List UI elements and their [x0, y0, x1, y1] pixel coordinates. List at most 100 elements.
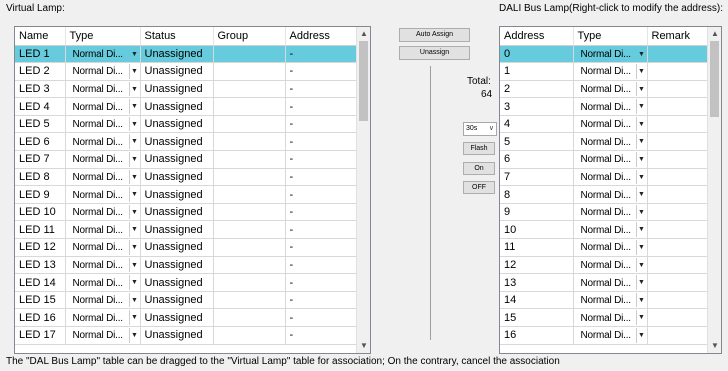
dali-bus-lamp-table[interactable]: Address Type Remark 0 Normal Di... ▼ 1 Norma…: [499, 26, 722, 354]
dali-bus-lamp-row[interactable]: 9 Normal Di... ▼: [500, 203, 710, 222]
triangle-down-icon[interactable]: ▼: [635, 292, 646, 308]
triangle-down-icon[interactable]: ▼: [635, 310, 646, 325]
triangle-down-icon[interactable]: ▼: [128, 81, 139, 97]
type-dropdown[interactable]: Normal Di... ▼: [65, 273, 141, 292]
triangle-down-icon[interactable]: ▼: [635, 81, 646, 97]
column-header-type[interactable]: Type: [65, 27, 141, 46]
type-dropdown[interactable]: Normal Di... ▼: [65, 203, 141, 222]
triangle-down-icon[interactable]: ▼: [128, 134, 139, 150]
dali-bus-lamp-row[interactable]: 2 Normal Di... ▼: [500, 80, 710, 99]
triangle-down-icon[interactable]: ▼: [128, 240, 139, 255]
triangle-down-icon[interactable]: ▼: [635, 240, 646, 255]
triangle-down-icon[interactable]: ▼: [635, 187, 646, 202]
type-dropdown[interactable]: Normal Di... ▼: [573, 256, 648, 275]
type-dropdown[interactable]: Normal Di... ▼: [573, 150, 648, 169]
dali-bus-lamp-row[interactable]: 13 Normal Di... ▼: [500, 273, 710, 292]
type-dropdown[interactable]: Normal Di... ▼: [573, 80, 648, 99]
off-button[interactable]: OFF: [463, 181, 495, 194]
virtual-lamp-row[interactable]: LED 6 Normal Di... ▼ Unassigned -: [15, 132, 359, 152]
triangle-down-icon[interactable]: ▼: [128, 169, 139, 185]
type-dropdown[interactable]: Normal Di... ▼: [65, 291, 141, 310]
type-dropdown[interactable]: Normal Di... ▼: [573, 185, 648, 204]
scroll-down-icon[interactable]: ▼: [357, 339, 370, 353]
type-dropdown[interactable]: Normal Di... ▼: [573, 62, 648, 81]
type-dropdown[interactable]: Normal Di... ▼: [573, 168, 648, 187]
triangle-down-icon[interactable]: ▼: [635, 152, 646, 167]
virtual-lamp-row[interactable]: LED 2 Normal Di... ▼ Unassigned -: [15, 62, 359, 81]
unassign-button[interactable]: Unassign: [399, 46, 470, 60]
virtual-lamp-row[interactable]: LED 9 Normal Di... ▼ Unassigned -: [15, 185, 359, 204]
triangle-down-icon[interactable]: ▼: [128, 64, 139, 79]
triangle-down-icon[interactable]: ▼: [128, 204, 139, 220]
type-dropdown[interactable]: Normal Di... ▼: [65, 150, 141, 169]
type-dropdown[interactable]: Normal Di... ▼: [573, 238, 648, 257]
type-dropdown[interactable]: Normal Di... ▼: [573, 115, 648, 134]
flash-button[interactable]: Flash: [463, 142, 495, 155]
type-dropdown[interactable]: Normal Di... ▼: [65, 115, 141, 134]
triangle-down-icon[interactable]: ▼: [635, 257, 646, 273]
virtual-lamp-row[interactable]: LED 4 Normal Di... ▼ Unassigned -: [15, 97, 359, 116]
triangle-down-icon[interactable]: ▼: [128, 310, 139, 325]
triangle-down-icon[interactable]: ▼: [635, 64, 646, 79]
virtual-lamp-row[interactable]: LED 16 Normal Di... ▼ Unassigned -: [15, 308, 359, 327]
dali-bus-lamp-row[interactable]: 16 Normal Di... ▼: [500, 326, 710, 345]
triangle-down-icon[interactable]: ▼: [635, 275, 646, 290]
triangle-down-icon[interactable]: ▼: [128, 187, 139, 202]
triangle-down-icon[interactable]: ▼: [635, 328, 646, 343]
scroll-up-icon[interactable]: ▲: [357, 27, 370, 41]
type-dropdown[interactable]: Normal Di... ▼: [573, 291, 648, 310]
type-dropdown[interactable]: Normal Di... ▼: [65, 97, 141, 116]
virtual-lamp-scrollbar[interactable]: ▲ ▼: [356, 27, 370, 353]
triangle-down-icon[interactable]: ▼: [635, 134, 646, 150]
type-dropdown[interactable]: Normal Di... ▼: [573, 97, 648, 116]
triangle-down-icon[interactable]: ▼: [128, 116, 139, 132]
type-dropdown[interactable]: Normal Di... ▼: [65, 62, 141, 81]
virtual-lamp-row[interactable]: LED 11 Normal Di... ▼ Unassigned -: [15, 220, 359, 240]
triangle-down-icon[interactable]: ▼: [128, 275, 139, 290]
virtual-lamp-row[interactable]: LED 3 Normal Di... ▼ Unassigned -: [15, 80, 359, 99]
virtual-lamp-row[interactable]: LED 10 Normal Di... ▼ Unassigned -: [15, 203, 359, 222]
virtual-lamp-row[interactable]: LED 13 Normal Di... ▼ Unassigned -: [15, 256, 359, 275]
triangle-down-icon[interactable]: ▼: [635, 222, 646, 238]
column-header-status[interactable]: Status: [140, 27, 214, 46]
dali-bus-lamp-row[interactable]: 0 Normal Di... ▼: [500, 45, 710, 64]
triangle-down-icon[interactable]: ▼: [635, 169, 646, 185]
type-dropdown[interactable]: Normal Di... ▼: [65, 80, 141, 99]
dali-bus-lamp-row[interactable]: 6 Normal Di... ▼: [500, 150, 710, 169]
triangle-down-icon[interactable]: ▼: [128, 257, 139, 273]
type-dropdown[interactable]: Normal Di... ▼: [573, 326, 648, 345]
dali-bus-lamp-row[interactable]: 5 Normal Di... ▼: [500, 132, 710, 152]
dali-bus-lamp-row[interactable]: 7 Normal Di... ▼: [500, 168, 710, 187]
scroll-up-icon[interactable]: ▲: [708, 27, 721, 41]
interval-select[interactable]: 30s ∨: [463, 122, 497, 136]
triangle-down-icon[interactable]: ▼: [128, 222, 139, 238]
type-dropdown[interactable]: Normal Di... ▼: [65, 45, 141, 64]
type-dropdown[interactable]: Normal Di... ▼: [573, 308, 648, 327]
virtual-lamp-row[interactable]: LED 14 Normal Di... ▼ Unassigned -: [15, 273, 359, 292]
dali-bus-lamp-row[interactable]: 14 Normal Di... ▼: [500, 291, 710, 310]
virtual-lamp-row[interactable]: LED 12 Normal Di... ▼ Unassigned -: [15, 238, 359, 257]
dali-bus-lamp-row[interactable]: 3 Normal Di... ▼: [500, 97, 710, 116]
dali-bus-lamp-scrollbar[interactable]: ▲ ▼: [707, 27, 721, 353]
virtual-lamp-row[interactable]: LED 7 Normal Di... ▼ Unassigned -: [15, 150, 359, 169]
scrollbar-thumb[interactable]: [359, 41, 368, 121]
type-dropdown[interactable]: Normal Di... ▼: [65, 185, 141, 204]
type-dropdown[interactable]: Normal Di... ▼: [573, 203, 648, 222]
dali-bus-lamp-row[interactable]: 12 Normal Di... ▼: [500, 256, 710, 275]
dali-bus-lamp-row[interactable]: 1 Normal Di... ▼: [500, 62, 710, 81]
virtual-lamp-row[interactable]: LED 8 Normal Di... ▼ Unassigned -: [15, 168, 359, 187]
column-header-remark[interactable]: Remark: [647, 27, 710, 46]
column-header-group[interactable]: Group: [213, 27, 286, 46]
virtual-lamp-table[interactable]: Name Type Status Group Address LED 1 Norm…: [14, 26, 371, 354]
triangle-down-icon[interactable]: ▼: [128, 46, 139, 62]
type-dropdown[interactable]: Normal Di... ▼: [65, 308, 141, 327]
dali-bus-lamp-row[interactable]: 8 Normal Di... ▼: [500, 185, 710, 204]
type-dropdown[interactable]: Normal Di... ▼: [573, 45, 648, 64]
type-dropdown[interactable]: Normal Di... ▼: [573, 220, 648, 240]
scrollbar-thumb[interactable]: [710, 41, 719, 117]
type-dropdown[interactable]: Normal Di... ▼: [65, 220, 141, 240]
triangle-down-icon[interactable]: ▼: [128, 292, 139, 308]
type-dropdown[interactable]: Normal Di... ▼: [65, 326, 141, 345]
dali-bus-lamp-row[interactable]: 4 Normal Di... ▼: [500, 115, 710, 134]
dali-bus-lamp-row[interactable]: 10 Normal Di... ▼: [500, 220, 710, 240]
